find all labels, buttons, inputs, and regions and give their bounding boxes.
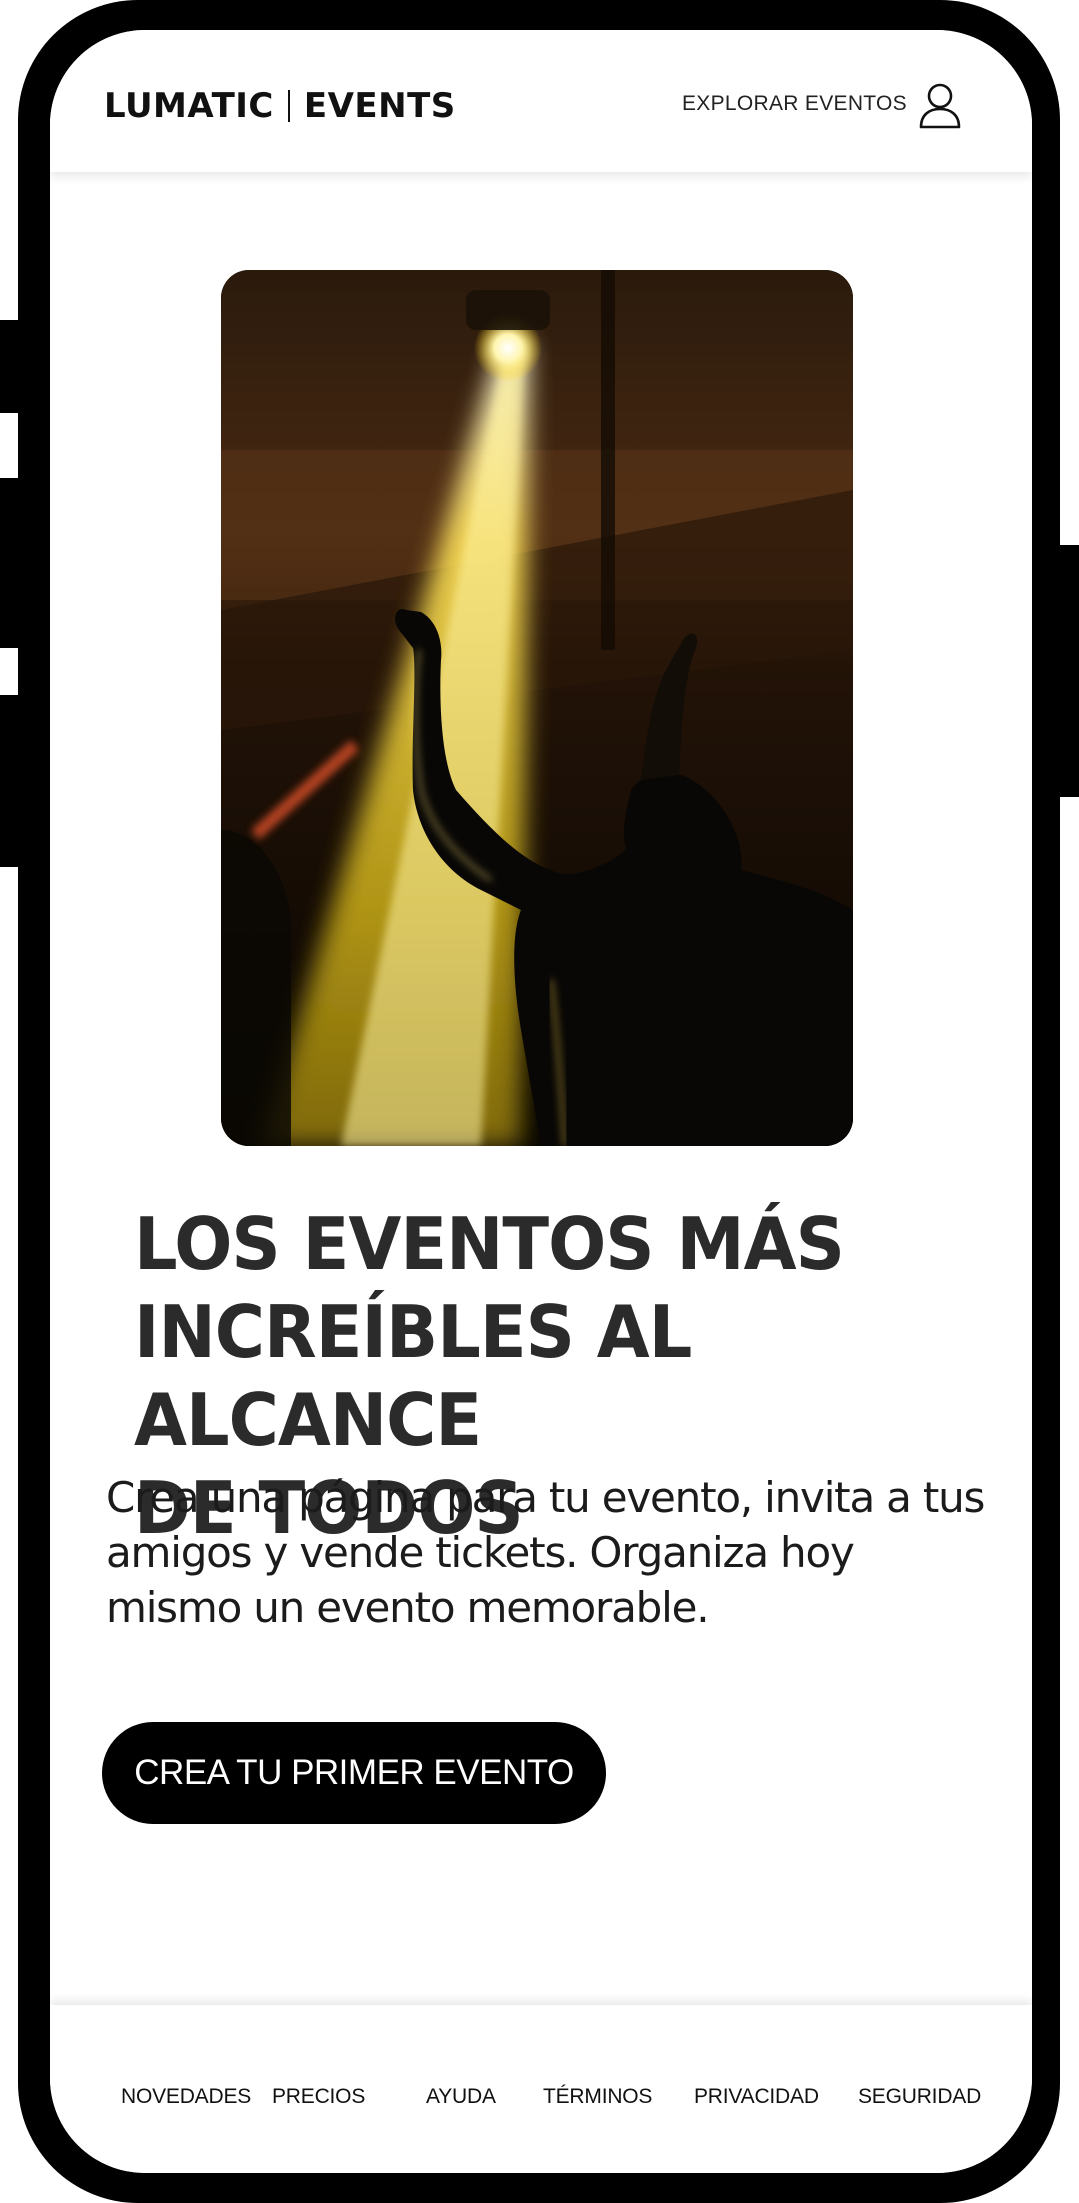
headline-line: INCREÍBLES AL ALCANCE (134, 1290, 692, 1462)
footer-link-terminos[interactable]: TÉRMINOS (543, 2085, 652, 2109)
create-first-event-button[interactable]: CREA TU PRIMER EVENTO (102, 1722, 606, 1824)
device-mockup: LUMATIC EVENTS EXPLORAR EVENTOS LOS EVEN… (0, 0, 1079, 2203)
hero-image (221, 270, 853, 1146)
top-navbar: LUMATIC EVENTS EXPLORAR EVENTOS (50, 30, 1032, 172)
user-icon[interactable] (918, 82, 962, 130)
brand-name: LUMATIC (104, 86, 274, 126)
footer-link-seguridad[interactable]: SEGURIDAD (858, 2085, 981, 2109)
footer-nav: NOVEDADES PRECIOS AYUDA TÉRMINOS PRIVACI… (50, 2005, 1032, 2173)
phone-power-button (1057, 545, 1079, 797)
phone-frame: LUMATIC EVENTS EXPLORAR EVENTOS LOS EVEN… (18, 0, 1060, 2203)
description-line: mismo un evento memorable. (106, 1583, 710, 1632)
description-line: Crea una página para tu evento, invita a… (106, 1473, 985, 1522)
description-line: amigos y vende tickets. Organiza hoy (106, 1528, 855, 1577)
explore-events-link[interactable]: EXPLORAR EVENTOS (682, 92, 907, 116)
footer-link-privacidad[interactable]: PRIVACIDAD (694, 2085, 819, 2109)
headline-line: LOS EVENTOS MÁS (134, 1202, 845, 1286)
phone-screen: LUMATIC EVENTS EXPLORAR EVENTOS LOS EVEN… (50, 30, 1032, 2173)
concert-photo (221, 270, 853, 1146)
footer-link-novedades[interactable]: NOVEDADES (121, 2085, 251, 2109)
footer-link-precios[interactable]: PRECIOS (272, 2085, 365, 2109)
brand-suffix: EVENTS (303, 86, 456, 126)
brand-divider (287, 90, 290, 122)
hero-description: Crea una página para tu evento, invita a… (106, 1470, 1006, 1635)
brand-logo[interactable]: LUMATIC EVENTS (104, 86, 456, 126)
footer-link-ayuda[interactable]: AYUDA (426, 2085, 496, 2109)
